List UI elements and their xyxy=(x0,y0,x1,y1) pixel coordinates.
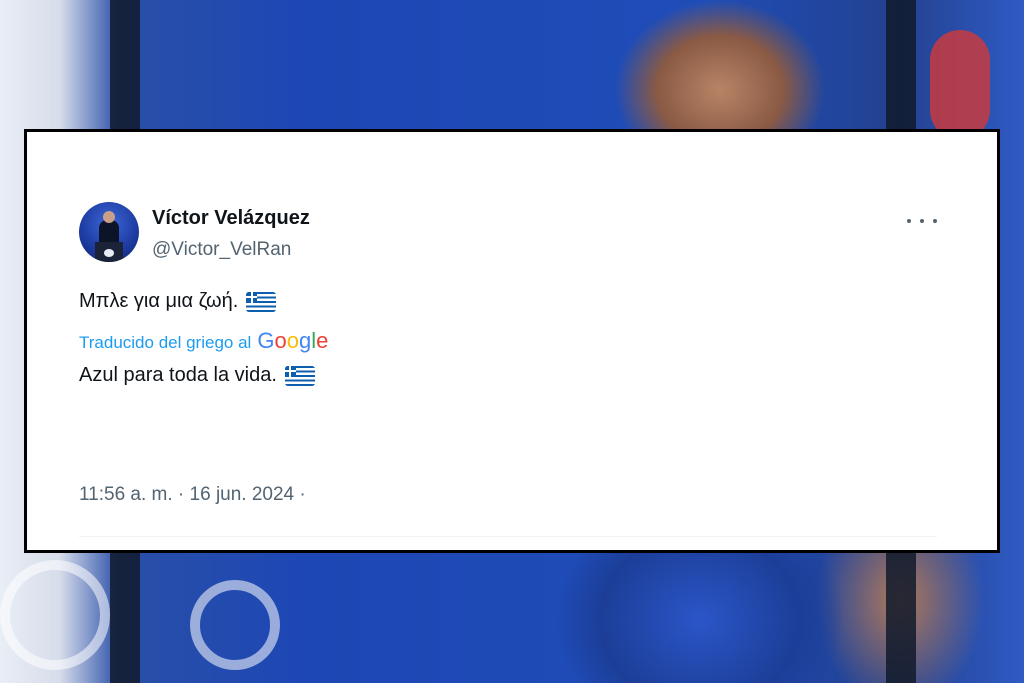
translation-label[interactable]: Traducido del griego al xyxy=(79,333,251,353)
google-logo: Google xyxy=(257,328,329,353)
greece-flag-icon xyxy=(284,365,315,386)
tweet-timestamp[interactable]: 11:56 a. m. · 16 jun. 2024 · xyxy=(79,484,306,506)
author-name[interactable]: Víctor Velázquez xyxy=(152,207,310,230)
original-tweet-text: Μπλε για μια ζωή. xyxy=(79,290,277,313)
more-options-icon[interactable] xyxy=(907,214,937,228)
translation-attribution[interactable]: Traducido del griego al Google xyxy=(79,328,328,354)
translated-tweet-text: Azul para toda la vida. xyxy=(79,364,315,387)
greece-flag-icon xyxy=(246,291,277,312)
translated-text: Azul para toda la vida. xyxy=(79,364,277,386)
divider xyxy=(79,536,937,537)
avatar[interactable] xyxy=(79,202,139,262)
original-text: Μπλε για μια ζωή. xyxy=(79,290,239,312)
tweet-card: Víctor Velázquez @Victor_VelRan Μπλε για… xyxy=(24,129,1000,553)
author-handle[interactable]: @Victor_VelRan xyxy=(152,239,291,261)
